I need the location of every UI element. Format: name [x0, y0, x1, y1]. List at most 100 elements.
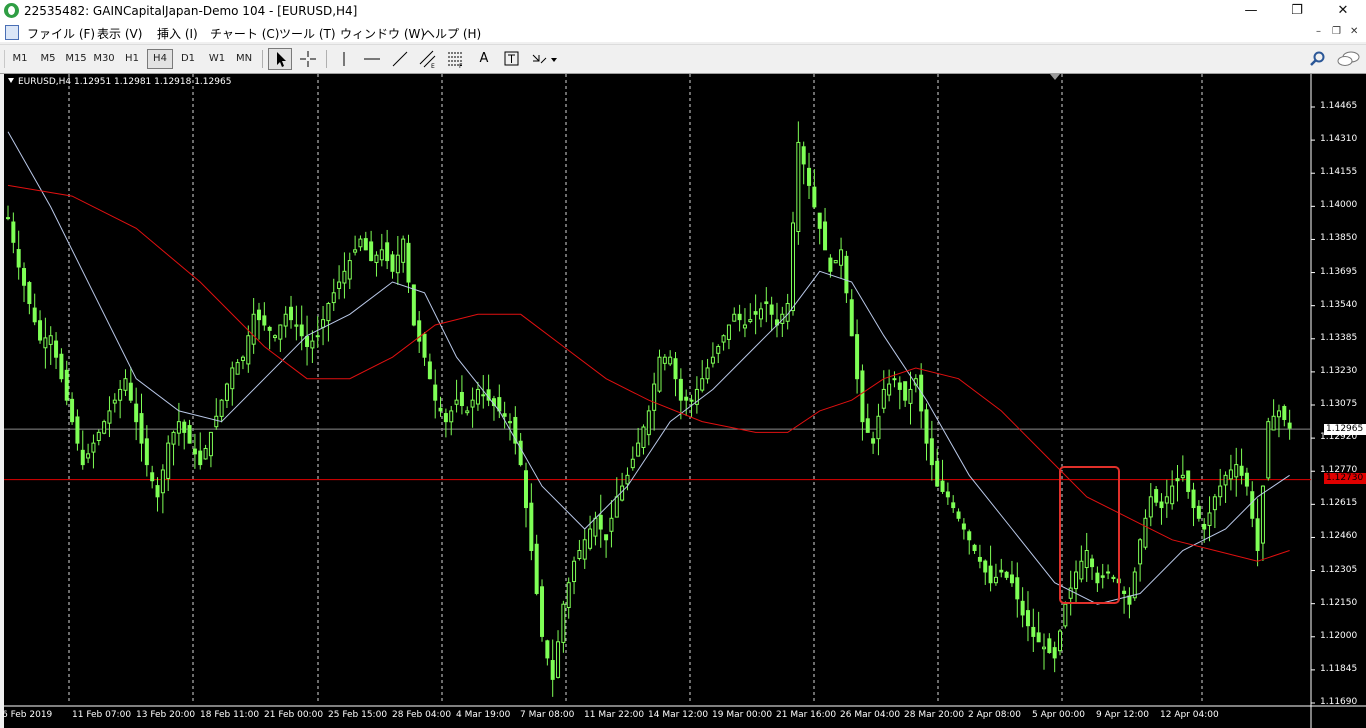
- crosshair-icon[interactable]: [297, 49, 319, 69]
- candle-body: [908, 388, 913, 404]
- mdi-minimize-button[interactable]: –: [1316, 26, 1321, 37]
- candle-body: [529, 502, 534, 552]
- candle-body: [150, 472, 155, 482]
- price-label: 1.12460: [1320, 531, 1358, 542]
- time-label: 11 Feb 07:00: [72, 710, 132, 720]
- candle-body: [577, 550, 582, 559]
- candle-body: [267, 326, 272, 331]
- candle-body: [6, 217, 10, 220]
- time-label: 9 Apr 12:00: [1096, 710, 1149, 720]
- price-label: 1.14465: [1320, 101, 1358, 111]
- candle-body: [860, 370, 865, 423]
- timeframe-m1[interactable]: M1: [9, 50, 31, 68]
- time-label: 2 Apr 08:00: [968, 710, 1021, 720]
- candle-body: [924, 409, 929, 444]
- close-button[interactable]: ✕: [1320, 0, 1366, 22]
- candle-body: [406, 242, 411, 283]
- title-bar: 22535482: GAINCapitalJapan-Demo 104 - [E…: [0, 0, 1366, 22]
- candle-body: [1004, 571, 1009, 578]
- menu-insert[interactable]: 挿入 (I): [157, 25, 198, 42]
- label-icon[interactable]: [501, 49, 523, 69]
- menu-window[interactable]: ウィンドウ (W): [340, 25, 425, 42]
- candle-body: [1276, 410, 1281, 418]
- mdi-restore-button[interactable]: ❐: [1332, 26, 1341, 37]
- candle-body: [1111, 576, 1116, 579]
- highlight-box: [1059, 466, 1120, 604]
- menu-help[interactable]: ヘルプ (H): [423, 25, 481, 42]
- candle-body: [764, 301, 769, 305]
- candle-body: [1031, 626, 1036, 637]
- text-icon[interactable]: A: [473, 49, 495, 69]
- arrows-icon[interactable]: [529, 49, 559, 69]
- price-chart[interactable]: EURUSD,H4 1.12951 1.12981 1.12918 1.1296…: [2, 74, 1366, 728]
- document-icon[interactable]: [5, 25, 19, 40]
- candle-body: [411, 284, 416, 326]
- candle-body: [235, 362, 240, 375]
- candle-body: [16, 249, 21, 268]
- candle-body: [609, 517, 614, 532]
- vertical-line-icon[interactable]: [333, 49, 355, 69]
- candle-body: [625, 474, 630, 485]
- trendline-icon[interactable]: [389, 49, 411, 69]
- minimize-button[interactable]: —: [1228, 0, 1274, 22]
- candle-body: [1036, 632, 1041, 643]
- restore-button[interactable]: ❐: [1274, 0, 1320, 22]
- menu-file[interactable]: ファイル (F): [27, 25, 95, 42]
- price-label: 1.11845: [1320, 663, 1358, 674]
- candle-body: [903, 381, 908, 401]
- candle-body: [791, 222, 796, 312]
- timeframe-d1[interactable]: D1: [177, 50, 199, 68]
- candle-body: [294, 324, 299, 327]
- candle-body: [1079, 560, 1084, 580]
- candle-body: [1180, 474, 1185, 479]
- candle-body: [876, 415, 881, 440]
- candle-body: [801, 146, 806, 165]
- candle-body: [604, 534, 609, 541]
- candle-body: [646, 410, 651, 436]
- candle-body: [459, 392, 464, 407]
- timeframe-m15[interactable]: M15: [63, 50, 89, 68]
- svg-text:F: F: [459, 63, 463, 69]
- candle-body: [470, 399, 475, 408]
- menu-tools[interactable]: ツール (T): [279, 25, 336, 42]
- mdi-close-button[interactable]: ✕: [1350, 26, 1358, 37]
- candle-body: [710, 356, 715, 364]
- timeframe-h1[interactable]: H1: [121, 50, 143, 68]
- candle-body: [769, 304, 774, 315]
- menu-chart[interactable]: チャート (C): [210, 25, 279, 42]
- candle-body: [1148, 496, 1153, 518]
- channel-icon[interactable]: E: [417, 49, 439, 70]
- collapse-icon[interactable]: [8, 78, 14, 83]
- candle-body: [796, 141, 801, 233]
- horizontal-line-icon[interactable]: [361, 49, 383, 69]
- price-label: 1.12150: [1320, 597, 1358, 608]
- candle-body: [481, 394, 486, 397]
- candle-body: [753, 311, 758, 315]
- candle-body: [251, 313, 256, 345]
- candle-body: [1260, 485, 1265, 544]
- chat-icon[interactable]: [1336, 49, 1362, 69]
- timeframe-m30[interactable]: M30: [91, 50, 117, 68]
- fibonacci-icon[interactable]: F: [445, 49, 467, 70]
- candle-body: [678, 378, 683, 401]
- timeframe-w1[interactable]: W1: [205, 50, 229, 68]
- candle-body: [518, 440, 523, 466]
- time-label: 4 Mar 19:00: [456, 710, 511, 720]
- timeframe-m5[interactable]: M5: [36, 50, 60, 68]
- cursor-icon[interactable]: [268, 48, 292, 70]
- candle-body: [705, 367, 710, 380]
- candle-body: [27, 282, 32, 305]
- search-icon[interactable]: [1307, 49, 1329, 69]
- candle-body: [572, 560, 577, 583]
- candle-body: [983, 560, 988, 573]
- menu-view[interactable]: 表示 (V): [97, 25, 142, 42]
- price-label: 1.13385: [1320, 332, 1358, 343]
- timeframe-h4[interactable]: H4: [147, 49, 173, 69]
- candle-body: [961, 523, 966, 530]
- candle-body: [102, 421, 107, 434]
- candle-body: [299, 324, 304, 337]
- timeframe-mn[interactable]: MN: [232, 50, 256, 68]
- candle-body: [1074, 571, 1079, 590]
- candle-body: [22, 268, 27, 286]
- candle-body: [443, 413, 448, 423]
